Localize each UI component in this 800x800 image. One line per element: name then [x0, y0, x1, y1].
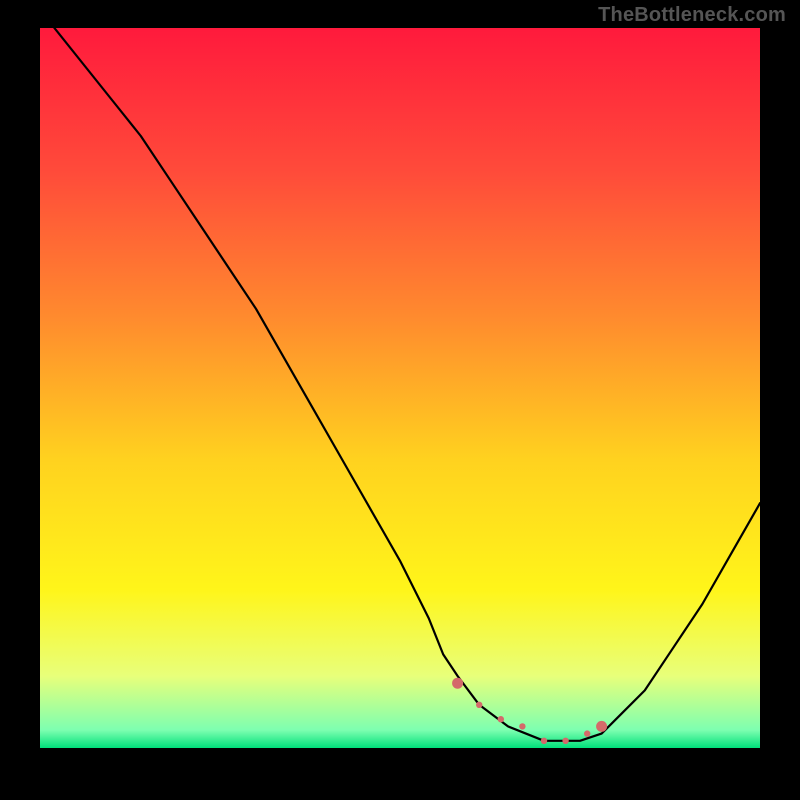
- marker-point: [562, 738, 568, 744]
- chart-svg: [40, 28, 760, 748]
- marker-point: [519, 723, 525, 729]
- marker-point: [584, 730, 590, 736]
- marker-point: [596, 721, 607, 732]
- marker-point: [541, 738, 547, 744]
- gradient-background: [40, 28, 760, 748]
- watermark-text: TheBottleneck.com: [598, 4, 786, 27]
- marker-point: [498, 716, 504, 722]
- marker-point: [476, 702, 482, 708]
- chart-plot: [40, 28, 760, 748]
- chart-frame: TheBottleneck.com: [0, 0, 800, 800]
- marker-point: [452, 678, 463, 689]
